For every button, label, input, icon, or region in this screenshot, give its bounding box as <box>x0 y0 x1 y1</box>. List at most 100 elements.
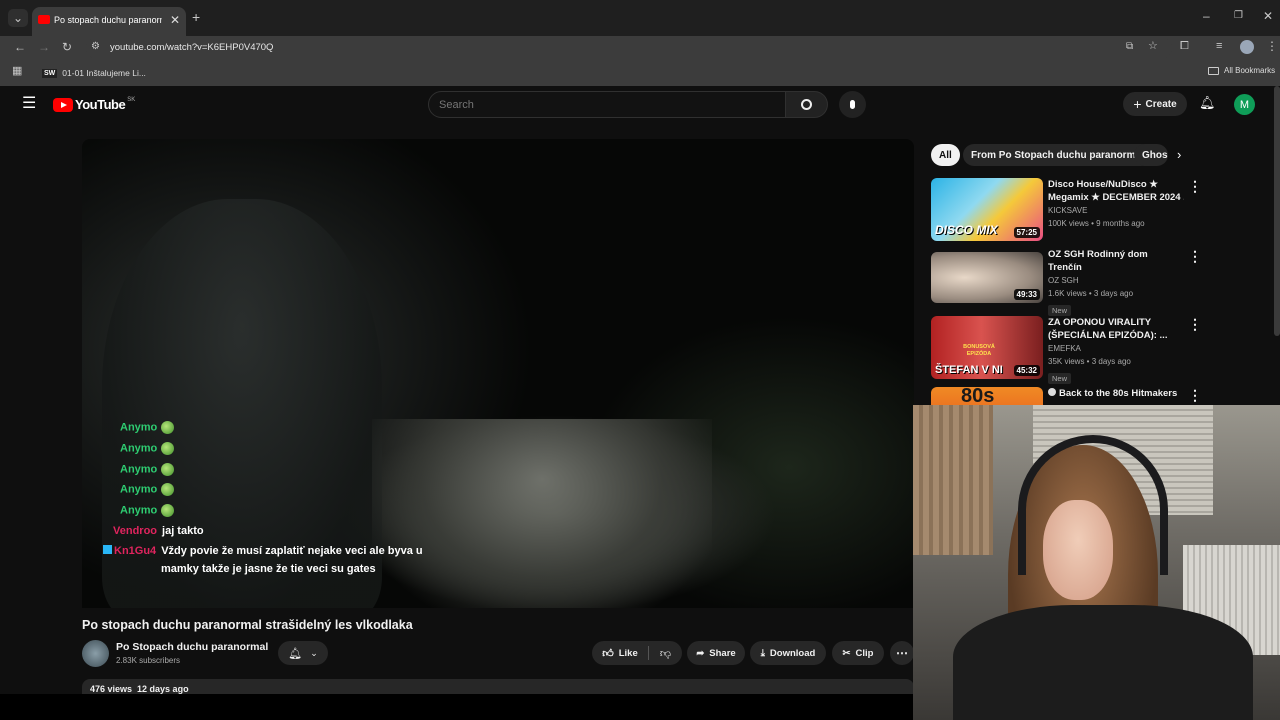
chat-username: Anymo <box>120 463 158 476</box>
thumbnail-text: DISCO MIX <box>935 223 998 237</box>
chat-username: Anymo <box>120 421 158 434</box>
recommendation-channel: EMEFKA <box>1048 344 1081 353</box>
emote-icon <box>161 483 175 496</box>
hamburger-menu-icon[interactable]: ☰ <box>22 96 36 112</box>
bookmark-item[interactable]: SW 01-01 Inštalujeme Li... <box>42 65 146 81</box>
chat-message: Anymo <box>120 421 175 434</box>
search-input[interactable] <box>439 97 769 113</box>
recommendation-details: Disco House/NuDisco ★ Megamix ★ DECEMBER… <box>1048 178 1184 230</box>
avatar-letter: M <box>1239 98 1250 111</box>
chat-text: jaj takto <box>162 525 204 537</box>
dislike-button[interactable]: 👎︎ <box>649 641 682 665</box>
browser-menu-icon[interactable]: ⋮ <box>1266 40 1278 52</box>
clip-button[interactable]: ✂ Clip <box>832 641 884 665</box>
recommendation-meta: 35K views • 3 days ago <box>1048 357 1131 366</box>
chip-ghost[interactable]: Ghos <box>1134 144 1168 166</box>
chat-message: Anymo <box>120 483 175 496</box>
create-label: Create <box>1145 98 1177 110</box>
chat-message: Anymo <box>120 463 175 476</box>
address-bar[interactable]: ⚙ youtube.com/watch?v=K6EHP0V470Q ⧉ ☆ <box>86 37 1172 59</box>
emote-icon <box>161 442 175 455</box>
duration-badge: 57:25 <box>1013 227 1040 238</box>
recommendation-channel: OZ SGH <box>1048 276 1079 285</box>
recommendation-details: ZA OPONOU VIRALITY (ŠPECIÁLNA EPIZÓDA): … <box>1048 316 1184 386</box>
bookmark-star-icon[interactable]: ☆ <box>1148 41 1158 52</box>
account-avatar[interactable]: M <box>1234 94 1255 115</box>
channel-name[interactable]: Po Stopach duchu paranormal <box>116 641 268 653</box>
back-icon[interactable]: ← <box>14 41 26 53</box>
chat-message: Anymo <box>120 504 175 517</box>
apps-grid-icon[interactable]: ▦ <box>12 66 22 77</box>
reload-icon[interactable]: ↻ <box>62 41 72 53</box>
search-button[interactable] <box>786 91 828 118</box>
share-button[interactable]: ➦ Share <box>687 641 745 665</box>
webcam-overlay <box>913 405 1280 720</box>
youtube-logo[interactable]: YouTube SK <box>53 97 135 112</box>
chip-all[interactable]: All <box>931 144 960 166</box>
recommendation-item[interactable]: 80s Back to the 80s Hitmakers ⋮ <box>931 387 1201 405</box>
share-icon: ➦ <box>696 647 705 659</box>
scissors-icon: ✂ <box>842 647 851 659</box>
curtain <box>913 405 993 555</box>
media-controls-icon[interactable]: ≡ <box>1216 41 1222 52</box>
profile-avatar-icon[interactable] <box>1240 40 1254 54</box>
site-info-icon[interactable]: ⚙ <box>91 42 100 52</box>
install-app-icon[interactable]: ⧉ <box>1126 42 1133 52</box>
recommendation-item[interactable]: DISCO MIX 57:25 Disco House/NuDisco ★ Me… <box>931 178 1202 242</box>
new-badge: New <box>1048 373 1072 384</box>
restore-icon[interactable]: ❐ <box>1234 11 1243 21</box>
search-box[interactable] <box>428 91 786 118</box>
url-text: youtube.com/watch?v=K6EHP0V470Q <box>110 42 274 53</box>
video-thumbnail: 49:33 <box>931 252 1043 303</box>
new-tab-icon[interactable]: + <box>192 10 200 24</box>
thumbnail-text: ŠTEFAN V NI <box>935 364 1003 376</box>
chat-username: Anymo <box>120 504 158 517</box>
microphone-icon <box>850 100 855 109</box>
thumbnail-text: 80s <box>961 387 995 405</box>
page-scrollbar[interactable] <box>1274 86 1280 336</box>
chip-from-channel[interactable]: From Po Stopach duchu paranormal <box>963 144 1152 166</box>
more-vertical-icon[interactable]: ⋮ <box>1188 387 1201 404</box>
tab-search-chevron-icon[interactable]: ⌄ <box>8 9 28 27</box>
thumbnail-badge-text: BONUSOVÁ EPIZÓDA <box>963 344 995 357</box>
close-window-icon[interactable]: ✕ <box>1263 10 1273 22</box>
recommendation-details: Back to the 80s Hitmakers <box>1048 387 1184 400</box>
chevron-down-icon: ⌄ <box>310 647 318 658</box>
subscribe-bell-button[interactable]: 🔔︎ ⌄ <box>278 641 328 665</box>
chat-message: Anymo <box>120 442 175 455</box>
chips-next-icon[interactable]: › <box>1177 148 1181 161</box>
youtube-play-icon <box>53 97 73 112</box>
create-button[interactable]: + Create <box>1123 92 1187 116</box>
recommendation-item[interactable]: BONUSOVÁ EPIZÓDA ŠTEFAN V NI 45:32 ZA OP… <box>931 316 1202 384</box>
bell-icon: 🔔︎ <box>288 647 303 660</box>
thumbs-down-icon: 👎︎ <box>659 647 672 660</box>
more-vertical-icon[interactable]: ⋮ <box>1188 316 1202 333</box>
recommendation-item[interactable]: 49:33 OZ SGH Rodinný dom Trenčín OZ SGH … <box>931 248 1202 316</box>
like-button[interactable]: 👍︎ Like <box>592 641 648 665</box>
tab-close-icon[interactable]: ✕ <box>170 13 180 27</box>
all-bookmarks-button[interactable]: All Bookmarks <box>1208 66 1275 75</box>
views-date: 476 views 12 days ago <box>90 684 189 694</box>
extensions-icon[interactable]: ⧠ <box>1180 41 1189 52</box>
forward-icon[interactable]: → <box>38 41 50 53</box>
clip-label: Clip <box>855 647 874 659</box>
share-label: Share <box>709 647 736 659</box>
notifications-bell-icon[interactable]: 🔔︎ <box>1199 96 1216 109</box>
recommendation-title: Back to the 80s Hitmakers <box>1048 387 1184 400</box>
duration-badge: 49:33 <box>1013 289 1040 300</box>
more-vertical-icon[interactable]: ⋮ <box>1188 178 1202 195</box>
download-icon: ⤓ <box>760 647 765 659</box>
chat-username: Anymo <box>120 442 158 455</box>
channel-avatar[interactable] <box>82 640 109 667</box>
minimize-icon[interactable]: – <box>1203 10 1210 22</box>
more-actions-button[interactable]: ⋯ <box>890 641 914 665</box>
browser-tab-active[interactable]: Po stopach duchu paranormal ✕ <box>32 7 186 36</box>
voice-search-button[interactable] <box>839 91 866 118</box>
recommendation-title: ZA OPONOU VIRALITY <box>1048 317 1152 328</box>
bookmarks-bar: ▦ SW 01-01 Inštalujeme Li... All Bookmar… <box>0 60 1280 86</box>
video-player[interactable] <box>82 139 914 608</box>
recommendation-title-line2: (ŠPECIÁLNA EPIZÓDA): ... <box>1048 330 1168 341</box>
more-vertical-icon[interactable]: ⋮ <box>1188 248 1202 265</box>
download-button[interactable]: ⤓ Download <box>750 641 826 665</box>
chat-message-continued: mamky takže je jasne že tie veci su gate… <box>161 563 376 575</box>
